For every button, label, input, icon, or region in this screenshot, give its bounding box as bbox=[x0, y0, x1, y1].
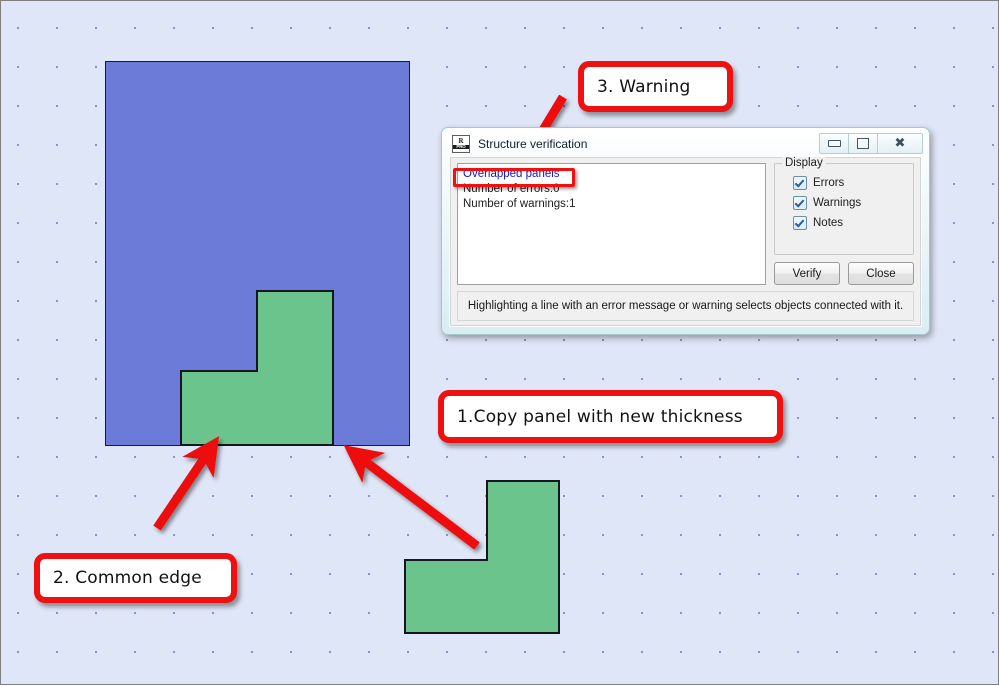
minimize-button[interactable] bbox=[819, 133, 849, 154]
message-warning-count: Number of warnings:1 bbox=[463, 198, 576, 210]
cad-drawing-canvas[interactable]: 3. Warning 1.Copy panel with new thickne… bbox=[0, 0, 999, 685]
checkbox-errors-label: Errors bbox=[813, 177, 845, 189]
checkbox-row-warnings[interactable]: Warnings bbox=[793, 196, 905, 210]
close-dialog-button[interactable]: Close bbox=[848, 262, 914, 285]
checkbox-errors[interactable] bbox=[793, 176, 807, 190]
checkbox-notes[interactable] bbox=[793, 216, 807, 230]
window-controls: ✖ bbox=[819, 133, 923, 154]
verify-button[interactable]: Verify bbox=[774, 262, 840, 285]
dialog-title-bar[interactable]: R PRO Structure verification ✖ bbox=[445, 131, 926, 156]
verification-message-list[interactable]: Overlapped panels Number of errors:0 Num… bbox=[457, 163, 766, 285]
dialog-title: Structure verification bbox=[478, 136, 588, 151]
checkbox-row-notes[interactable]: Notes bbox=[793, 216, 905, 230]
checkbox-warnings[interactable] bbox=[793, 196, 807, 210]
minimize-icon bbox=[827, 140, 841, 147]
message-overlapped-panels[interactable]: Overlapped panels bbox=[463, 167, 760, 182]
close-button[interactable]: ✖ bbox=[877, 133, 923, 154]
arrow-to-common-edge bbox=[153, 436, 220, 531]
dialog-status-bar: Highlighting a line with an error messag… bbox=[457, 291, 914, 321]
callout-copy-panel: 1.Copy panel with new thickness bbox=[438, 390, 783, 443]
display-group-legend: Display bbox=[782, 157, 826, 169]
close-icon: ✖ bbox=[894, 136, 906, 151]
message-error-count: Number of errors:0 bbox=[463, 183, 560, 195]
checkbox-row-errors[interactable]: Errors bbox=[793, 176, 905, 190]
checkbox-warnings-label: Warnings bbox=[813, 197, 862, 209]
callout-copy-label: 1.Copy panel with new thickness bbox=[457, 406, 743, 427]
robot-pro-app-icon: R PRO bbox=[452, 134, 470, 153]
structure-verification-dialog[interactable]: R PRO Structure verification ✖ Overlappe… bbox=[441, 127, 930, 335]
dialog-body: Overlapped panels Number of errors:0 Num… bbox=[449, 156, 922, 327]
maximize-button[interactable] bbox=[848, 133, 878, 154]
app-icon-pro-label: PRO bbox=[453, 144, 469, 150]
display-options-group: Display Errors Warnings Notes bbox=[774, 157, 914, 255]
callout-common-edge: 2. Common edge bbox=[34, 553, 237, 603]
green-overlapping-panel-outline bbox=[180, 290, 334, 446]
dialog-button-row: Verify Close bbox=[774, 262, 914, 285]
callout-warning: 3. Warning bbox=[578, 61, 733, 112]
checkbox-notes-label: Notes bbox=[813, 217, 844, 229]
maximize-icon bbox=[857, 138, 869, 149]
callout-warning-label: 3. Warning bbox=[597, 76, 691, 97]
callout-edge-label: 2. Common edge bbox=[53, 568, 202, 588]
green-copied-panel-outline bbox=[404, 480, 560, 634]
